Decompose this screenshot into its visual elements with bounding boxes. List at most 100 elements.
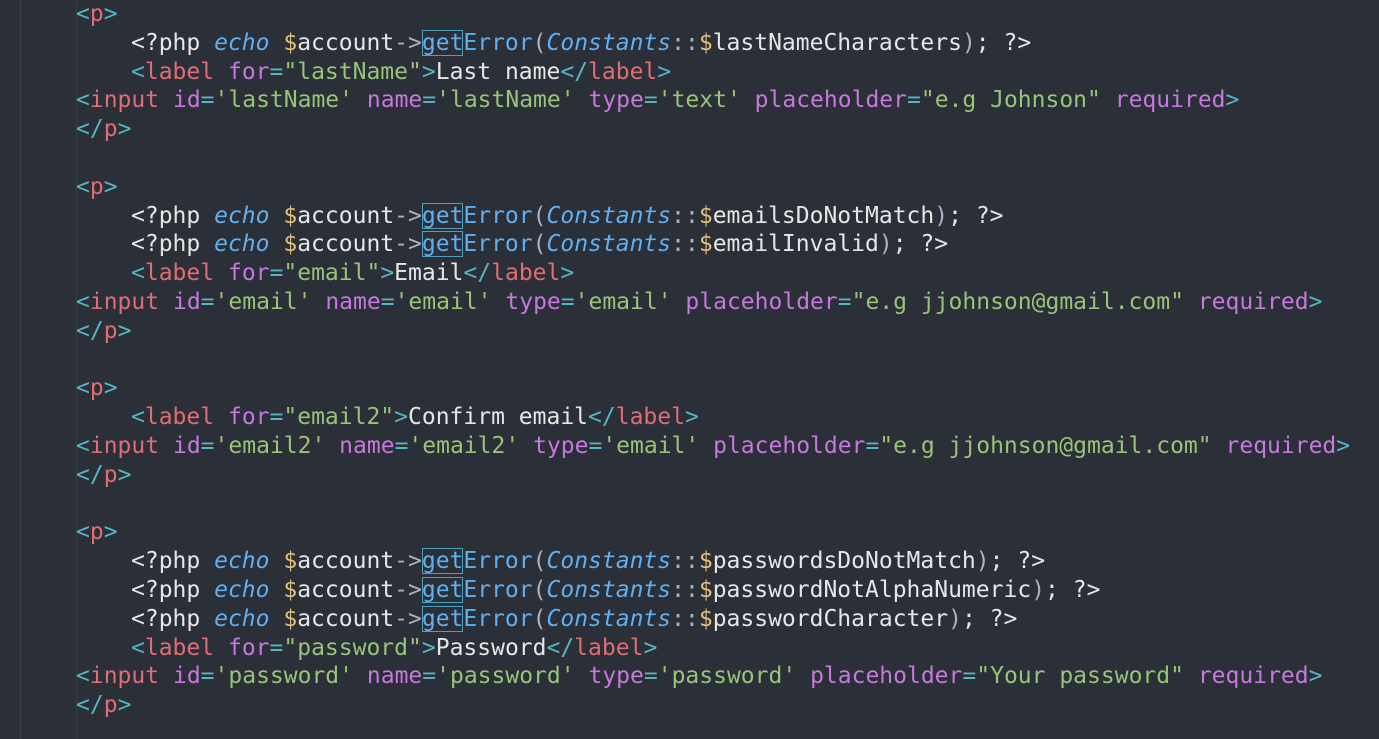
code-token-str: 'password' xyxy=(436,663,575,690)
code-token-hl: get xyxy=(421,577,464,603)
code-token-str: "lastName" xyxy=(283,58,422,85)
code-token-punc: < xyxy=(76,1,90,27)
code-token-plain: ?> xyxy=(1003,29,1032,56)
code-line[interactable]: <input id='lastName' name='lastName' typ… xyxy=(76,86,1239,115)
code-token-op: ( xyxy=(532,231,547,258)
code-token-attr: required xyxy=(1114,87,1226,114)
code-token-attr: id xyxy=(172,433,201,459)
code-line[interactable]: <label for="email">Email</label> xyxy=(131,259,574,288)
code-line[interactable]: <label for="email2">Confirm email</label… xyxy=(131,403,699,432)
code-line[interactable]: <label for="password">Password</label> xyxy=(131,634,657,663)
code-line[interactable]: <p> xyxy=(76,374,118,403)
code-token-tag: label xyxy=(615,404,685,431)
code-token-str: 'email' xyxy=(602,433,700,459)
code-token-str: 'text' xyxy=(657,87,741,114)
code-token-str: 'email' xyxy=(394,289,492,315)
code-token-tag: p xyxy=(103,692,118,719)
code-token-attr: required xyxy=(1197,663,1309,690)
code-token-plain: account xyxy=(297,548,395,575)
code-line[interactable]: <?php echo $account->getError(Constants:… xyxy=(131,230,948,259)
code-token-op: -> xyxy=(394,202,422,229)
code-token-hl: get xyxy=(421,605,464,632)
code-token-var: $ xyxy=(283,29,298,56)
code-token-tag: p xyxy=(103,461,118,488)
code-line[interactable]: <input id='email' name='email' type='ema… xyxy=(76,288,1322,317)
code-token-cls: Constants xyxy=(546,548,672,575)
code-token-punc: < xyxy=(76,289,90,315)
code-token-var: $ xyxy=(283,202,298,229)
code-token-str: "e.g jjohnson@gmail.com" xyxy=(851,289,1184,315)
code-token-tag: label xyxy=(144,260,215,287)
code-token-tag: label xyxy=(144,634,215,661)
code-token-punc: > xyxy=(657,58,672,85)
code-token-str: "password" xyxy=(283,634,422,661)
code-line[interactable]: <?php echo $account->getError(Constants:… xyxy=(131,605,1017,634)
code-line[interactable]: <?php echo $account->getError(Constants:… xyxy=(131,576,1100,605)
code-token-str: 'email2' xyxy=(214,433,326,459)
code-line[interactable]: <p> xyxy=(76,0,118,29)
code-token-plain: account xyxy=(297,577,395,603)
code-token-op: ) xyxy=(961,29,976,56)
code-line[interactable]: <?php echo $account->getError(Constants:… xyxy=(131,202,1004,231)
code-token-str: 'password' xyxy=(214,663,354,690)
code-token-op: ) xyxy=(1031,577,1046,603)
code-token-var: $ xyxy=(698,202,713,229)
code-token-str: 'email' xyxy=(574,289,672,315)
code-token-punc: = xyxy=(422,663,437,690)
code-token-op: ( xyxy=(532,577,547,603)
code-token-var: $ xyxy=(698,605,713,632)
code-token-op: ( xyxy=(532,29,547,56)
code-token-plain: account xyxy=(297,231,395,258)
code-line[interactable]: <?php echo $account->getError(Constants:… xyxy=(131,547,1045,576)
code-line[interactable]: <p> xyxy=(76,173,118,202)
code-token-punc: = xyxy=(643,87,658,114)
code-token-op: :: xyxy=(671,577,699,603)
code-token-tag: label xyxy=(588,58,658,85)
code-token-tag: p xyxy=(89,1,104,27)
code-token-punc: = xyxy=(907,87,921,114)
code-line[interactable]: <p> xyxy=(76,518,118,547)
code-token-str: 'email' xyxy=(214,289,312,315)
code-editor[interactable]: <p> <?php echo $account->getError(Constan… xyxy=(0,0,1379,739)
code-line[interactable]: <input id='password' name='password' typ… xyxy=(76,662,1322,691)
code-token-plain: ?> xyxy=(975,202,1004,229)
code-token-tag: p xyxy=(89,173,104,200)
code-token-cls: Constants xyxy=(546,29,672,56)
code-token-op: ( xyxy=(532,202,547,229)
code-line[interactable]: <label for="lastName">Last name</label> xyxy=(131,58,671,87)
code-token-punc: > xyxy=(643,634,658,661)
code-token-punc: </ xyxy=(560,58,589,85)
code-line[interactable]: <input id='email2' name='email2' type='e… xyxy=(76,432,1350,461)
code-line[interactable]: </p> xyxy=(76,115,131,144)
code-line[interactable]: </p> xyxy=(76,317,131,346)
code-token-plain: ?> xyxy=(1072,577,1101,603)
code-token-punc: </ xyxy=(76,461,104,488)
code-token-hl: get xyxy=(421,548,464,575)
code-token-plain: Last name xyxy=(435,58,561,85)
code-token-punc: < xyxy=(76,375,90,402)
code-token-punc: > xyxy=(103,519,118,546)
code-token-attr: for xyxy=(227,260,270,287)
code-token-punc: = xyxy=(269,404,284,431)
code-line[interactable]: </p> xyxy=(76,461,131,490)
code-token-var: $ xyxy=(283,548,298,575)
code-token-punc: > xyxy=(103,375,118,402)
code-token-plain: <?php xyxy=(131,605,215,632)
code-line[interactable]: <?php echo $account->getError(Constants:… xyxy=(131,29,1031,58)
code-token-hl: get xyxy=(421,231,464,258)
code-line[interactable]: </p> xyxy=(76,691,131,720)
